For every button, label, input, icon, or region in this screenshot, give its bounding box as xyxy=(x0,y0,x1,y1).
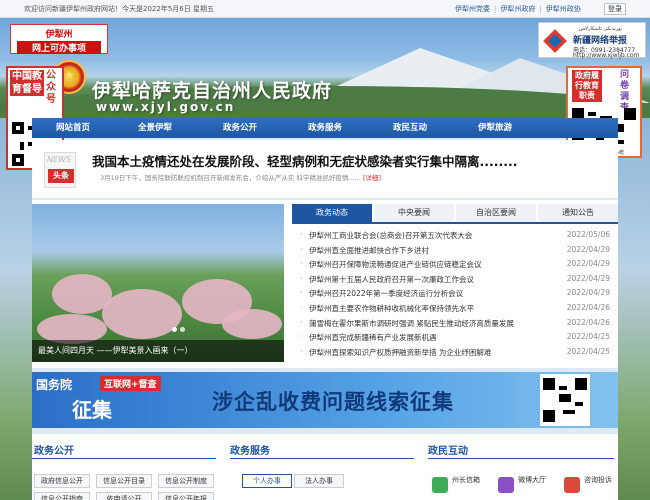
news-item[interactable]: · 伊犁州工商业联合会(总商会)召开第五次代表大会 2022/05/06 xyxy=(300,230,620,245)
banner-tag: 互联网+督查 xyxy=(100,376,161,391)
news-item[interactable]: · 伊犁州直完成新疆稀有产业发展新机遇 2022/04/25 xyxy=(300,332,620,347)
online-services-line2: 网上可办事项 xyxy=(17,41,101,54)
news-item[interactable]: · 伊犁州直探索知识产权质押融资新举措 为企业纾困解难 2022/04/25 xyxy=(300,347,620,362)
nav-panorama[interactable]: 全景伊犁 xyxy=(120,118,190,138)
tab-government-news[interactable]: 政务动态 xyxy=(292,204,372,222)
nav-tourism[interactable]: 伊犁旅游 xyxy=(460,118,530,138)
banner-state-council: 国务院 xyxy=(36,378,73,392)
blossom-shape xyxy=(222,309,282,339)
nav-public-affairs[interactable]: 政务公开 xyxy=(205,118,275,138)
apply-disclosure-button[interactable]: 依申请公开 xyxy=(96,492,152,500)
news-tabs: 政务动态 中央要闻 自治区要闻 通知公告 xyxy=(292,204,618,224)
main-content: 最美人间四月天 ——伊犁美景入画来（一） 政务动态 中央要闻 自治区要闻 通知公… xyxy=(32,200,618,368)
top-bar: 欢迎访问新疆伊犁州政府网站！今天是2022年5月6日 星期五 伊犁州党委 | 伊犁州… xyxy=(0,0,650,18)
banner-title: 涉企乱收费问题线索征集 xyxy=(212,389,454,414)
nav-home[interactable]: 网站首页 xyxy=(38,118,108,138)
education-supervision-label: 中国教育督导 xyxy=(10,70,44,96)
tab-notices[interactable]: 通知公告 xyxy=(538,204,618,222)
news-item[interactable]: · 伊犁州召开保障物流畅通促进产业链供应链稳定会议 2022/04/29 xyxy=(300,259,620,274)
top-link-cppcc[interactable]: 伊犁州政协 xyxy=(546,5,581,13)
photo-slider[interactable]: 最美人间四月天 ——伊犁美景入画来（一） xyxy=(32,204,284,362)
section-services-title: 政务服务 xyxy=(230,446,270,457)
public-info-button[interactable]: 政府信息公开 xyxy=(34,474,90,488)
info-guide-button[interactable]: 信息公开指南 xyxy=(34,492,90,500)
personal-services-tab[interactable]: 个人办事 xyxy=(242,474,292,488)
section-interaction-title: 政民互动 xyxy=(428,446,468,457)
blossom-shape xyxy=(102,289,182,339)
education-duty-label: 政府履行教育职责 xyxy=(572,70,602,102)
info-system-button[interactable]: 信息公开制度 xyxy=(158,474,214,488)
bottom-sections: 政务公开 政府信息公开 信息公开目录 信息公开制度 信息公开指南 依申请公开 信… xyxy=(32,434,618,500)
supervision-banner[interactable]: 国务院 互联网+督查 征集 涉企乱收费问题线索征集 xyxy=(32,372,618,428)
right-background xyxy=(618,118,650,500)
left-background xyxy=(0,118,32,500)
nav-interaction[interactable]: 政民互动 xyxy=(375,118,445,138)
top-links: 伊犁州党委 | 伊犁州政府 | 伊犁州政协 xyxy=(455,5,581,13)
report-uyghur-text: تورىدىكى ئاشكارلاش xyxy=(579,26,623,32)
section-public-affairs-title: 政务公开 xyxy=(34,446,74,457)
annual-report-button[interactable]: 信息公开年报 xyxy=(158,492,214,500)
chat-icon xyxy=(564,477,580,493)
top-link-party[interactable]: 伊犁州党委 xyxy=(455,5,490,13)
site-title: 伊犁哈萨克自治州人民政府 xyxy=(92,80,333,102)
news-item[interactable]: · 伊犁州直主要农作物耕种收机械化率保持领先水平 2022/04/26 xyxy=(300,303,620,318)
news-item[interactable]: · 伊犁州直全面推进邮快合作下乡进村 2022/04/29 xyxy=(300,245,620,260)
news-item[interactable]: · 伊犁州第十五届人民政府召开第一次廉政工作会议 2022/04/29 xyxy=(300,274,620,289)
public-account-label: 公众号 xyxy=(46,70,56,105)
news-badge-text: NEWS xyxy=(47,155,72,164)
headline-more-link[interactable]: [详细] xyxy=(363,174,381,182)
report-website: http://www.xjwljb.com xyxy=(573,52,640,59)
corporate-services-tab[interactable]: 法人办事 xyxy=(294,474,344,488)
network-report-box[interactable]: تورىدىكى ئاشكارلاش 新疆网络举报 电话：0991-238477… xyxy=(538,22,646,59)
site-url: www.xjyl.gov.cn xyxy=(96,100,236,114)
headline-summary: 3月19日下午，国务院联防联控机制召开新闻发布会，介绍从严从实 科学精准抓好疫情… xyxy=(100,172,381,182)
headline-title[interactable]: 我国本土疫情还处在发展阶段、轻型病例和无症状感染者实行集中隔离........ xyxy=(92,151,518,170)
news-list: · 伊犁州工商业联合会(总商会)召开第五次代表大会 2022/05/06 · 伊犁州直… xyxy=(300,230,620,361)
slider-dot[interactable] xyxy=(180,327,185,332)
online-services-float[interactable]: 伊犁州 网上可办事项 xyxy=(10,24,108,54)
tab-region-news[interactable]: 自治区要闻 xyxy=(456,204,536,222)
headline-section: NEWS 头条 我国本土疫情还处在发展阶段、轻型病例和无症状感染者实行集中隔离.… xyxy=(32,140,618,198)
banner-collect: 征集 xyxy=(72,398,112,422)
mayor-mailbox-tile[interactable]: 州长信箱 xyxy=(428,472,490,498)
main-navigation: 网站首页 全景伊犁 政务公开 政务服务 政民互动 伊犁旅游 xyxy=(32,118,618,138)
headline-badge-label: 头条 xyxy=(48,169,74,183)
news-item[interactable]: · 蒲雪梅在霍尔果斯市调研时强调 紧贴民生推动经济高质量发展 2022/04/26 xyxy=(300,318,620,333)
welcome-text: 欢迎访问新疆伊犁州政府网站！今天是2022年5月6日 星期五 xyxy=(24,5,214,13)
qr-code-icon xyxy=(540,374,590,426)
login-button[interactable]: 登录 xyxy=(604,3,626,15)
mail-icon xyxy=(432,477,448,493)
section-divider xyxy=(428,458,614,459)
consult-complaint-tile[interactable]: 咨询投诉 xyxy=(560,472,622,498)
nav-government-services[interactable]: 政务服务 xyxy=(290,118,360,138)
section-divider xyxy=(32,458,216,459)
slider-dot[interactable] xyxy=(172,327,177,332)
headline-badge: NEWS 头条 xyxy=(44,152,76,188)
section-divider xyxy=(230,458,414,459)
weibo-hall-tile[interactable]: 微博大厅 xyxy=(494,472,556,498)
news-item[interactable]: · 伊犁州召开2022年第一季度经济运行分析会议 2022/04/29 xyxy=(300,288,620,303)
tab-central-news[interactable]: 中央要闻 xyxy=(374,204,454,222)
slider-caption[interactable]: 最美人间四月天 ——伊犁美景入画来（一） xyxy=(32,340,284,362)
online-services-line1: 伊犁州 xyxy=(45,30,73,40)
screen-icon xyxy=(498,477,514,493)
headline-summary-text: 3月19日下午，国务院联防联控机制召开新闻发布会，介绍从严从实 科学精准抓好疫情… xyxy=(100,174,361,182)
slider-dots xyxy=(172,325,188,334)
top-link-government[interactable]: 伊犁州政府 xyxy=(500,5,535,13)
info-catalog-button[interactable]: 信息公开目录 xyxy=(96,474,152,488)
report-logo-icon xyxy=(543,29,567,53)
